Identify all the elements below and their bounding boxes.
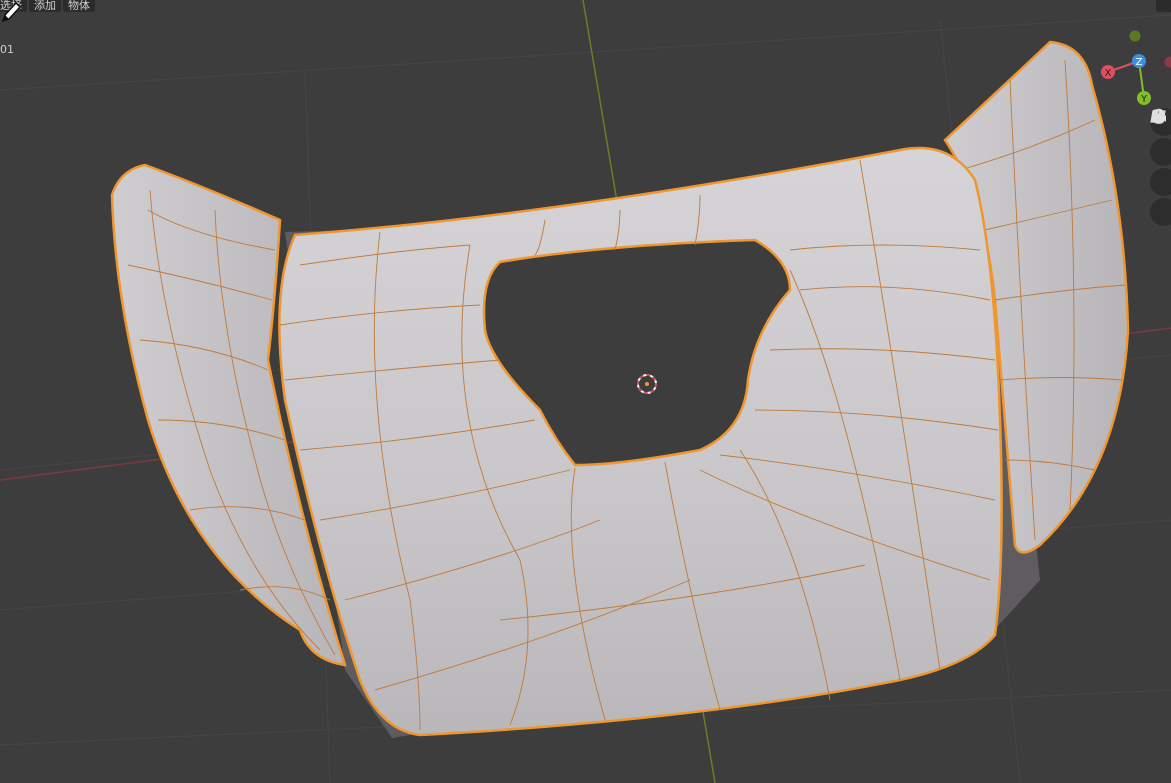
ortho-toggle-button[interactable]: [1150, 110, 1171, 226]
viewport-canvas[interactable]: [0, 0, 1171, 783]
camera-view-button[interactable]: [1150, 109, 1171, 196]
center-body-mesh: [278, 146, 1003, 737]
viewport-nav-buttons: [1150, 108, 1171, 228]
grid-ortho-icon: [1150, 110, 1166, 123]
gizmo-x-neg-handle: [1164, 56, 1171, 68]
pan-button[interactable]: [1150, 109, 1171, 166]
corner-toggle-button[interactable]: [1156, 0, 1171, 12]
navigation-gizmo[interactable]: X Z Y: [1096, 24, 1171, 114]
gizmo-y-neg-handle: [1129, 30, 1141, 42]
svg-text:X: X: [1105, 68, 1112, 79]
pencil-cursor-icon: [1, 1, 22, 23]
menu-add[interactable]: 添加: [29, 0, 61, 12]
menu-object[interactable]: 物体: [63, 0, 95, 12]
svg-text:Z: Z: [1136, 57, 1143, 68]
frame-indicator: 01: [0, 43, 14, 56]
svg-text:Y: Y: [1140, 94, 1148, 105]
3d-viewport[interactable]: 选择 添加 物体 01 X Z Y: [0, 0, 1171, 783]
